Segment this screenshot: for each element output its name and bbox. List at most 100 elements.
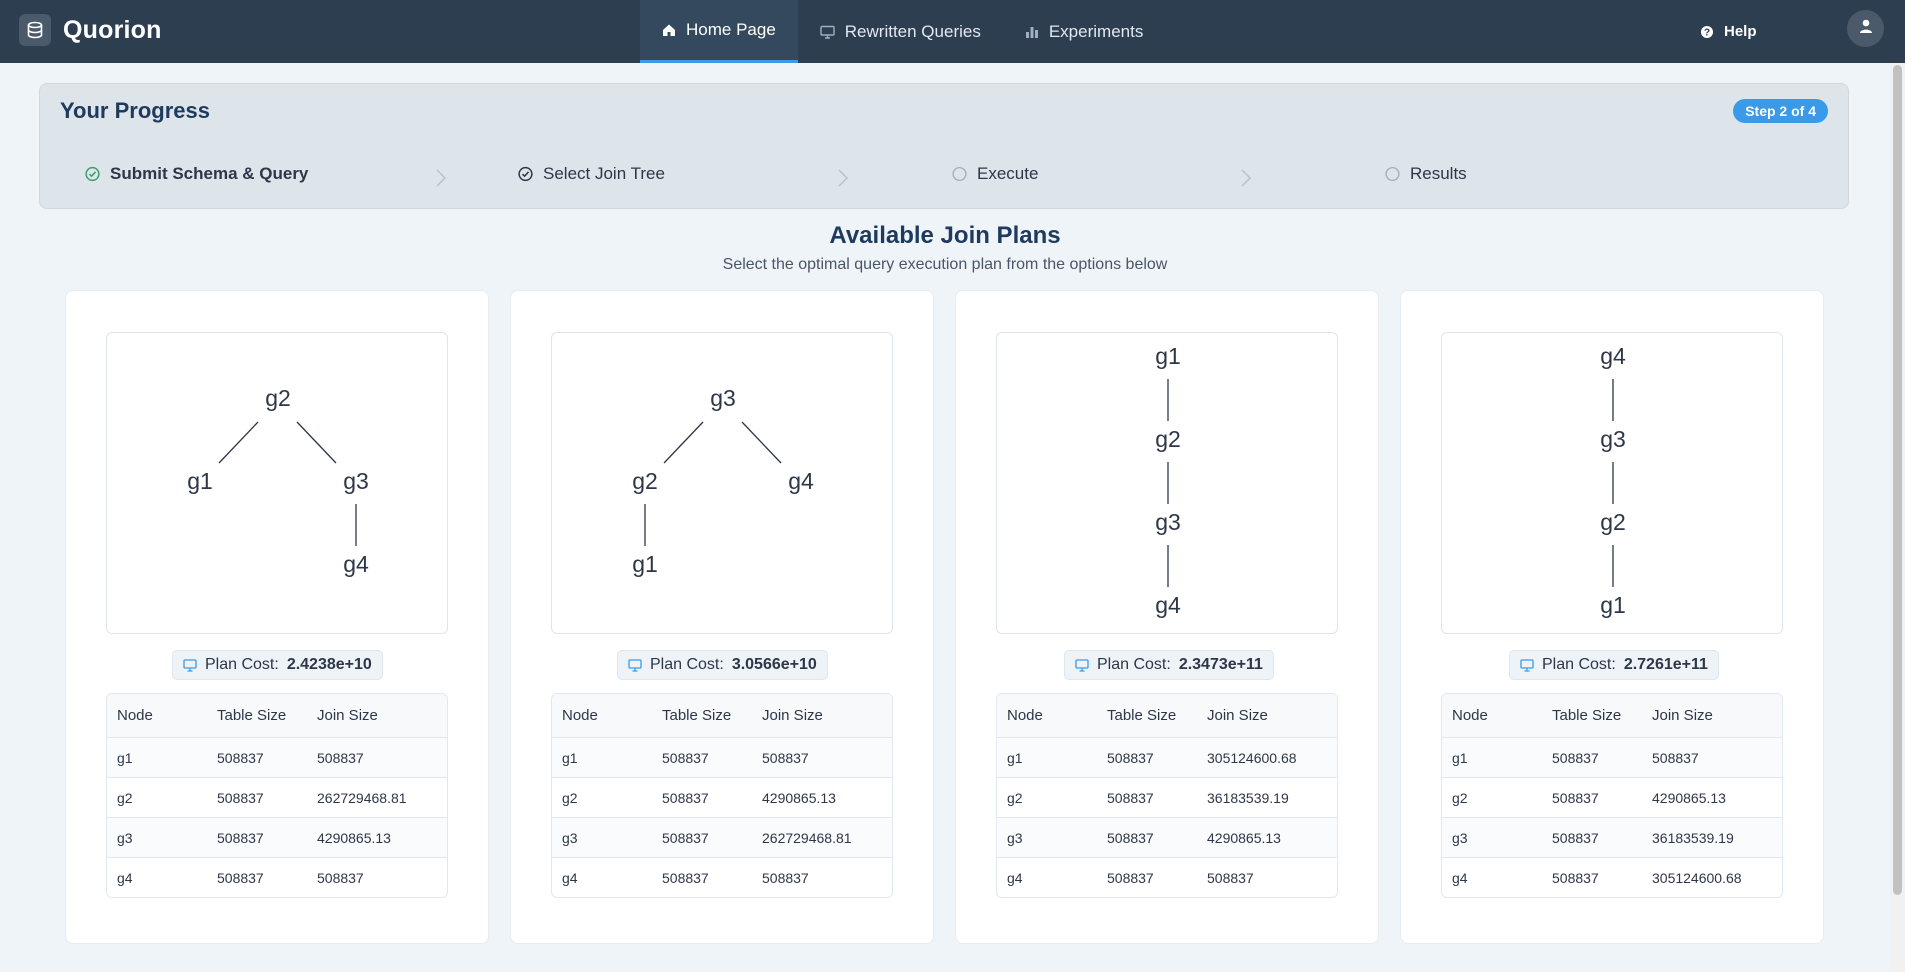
cell-join-size: 4290865.13 [762,789,836,806]
node-size-table: Node Table Size Join Size g1 508837 508837… [1441,693,1783,898]
cell-table-size: 508837 [1107,829,1154,846]
monitor-icon [628,658,642,672]
cell-table-size: 508837 [1107,869,1154,886]
column-header: Join Size [1207,707,1268,724]
plan-card-4[interactable]: g4 g3 g2 g1 Plan Cost: 2.7261e+11 Node T… [1400,290,1824,944]
node-size-table: Node Table Size Join Size g1 508837 305124… [996,693,1338,898]
step-badge: Step 2 of 4 [1733,99,1828,123]
nav-rewritten-queries[interactable]: Rewritten Queries [798,0,1003,63]
cell-table-size: 508837 [662,869,709,886]
column-header: Table Size [217,707,287,724]
home-icon [662,23,676,37]
cell-table-size: 508837 [1552,829,1599,846]
nav-experiments[interactable]: Experiments [1003,0,1165,63]
column-header: Node [1007,707,1043,724]
tree-node: g1 [1600,592,1626,618]
cell-join-size: 262729468.81 [317,789,407,806]
table-header: Node Table Size Join Size [107,694,447,737]
join-tree-diagram: g3 g2 g4 g1 [551,332,893,634]
table-row: g4 508837 508837 [552,857,892,897]
column-header: Join Size [1652,707,1713,724]
brand[interactable]: Quorion [19,14,162,46]
column-header: Table Size [1552,707,1622,724]
cell-join-size: 305124600.68 [1652,869,1742,886]
cell-join-size: 4290865.13 [1652,789,1726,806]
monitor-icon [820,25,835,39]
app-title: Quorion [63,15,162,44]
table-row: g2 508837 4290865.13 [1442,777,1782,817]
column-header: Join Size [317,707,378,724]
cell-join-size: 305124600.68 [1207,749,1297,766]
cell-table-size: 508837 [217,869,264,886]
step-execute[interactable]: Execute [952,164,1038,184]
cell-node: g1 [562,749,578,766]
nav-home-page[interactable]: Home Page [640,0,798,63]
table-row: g1 508837 508837 [552,737,892,777]
tree-node: g2 [1155,426,1181,452]
progress-steps: Submit Schema & Query Select Join Tree E… [40,164,1848,194]
table-row: g2 508837 36183539.19 [997,777,1337,817]
cell-table-size: 508837 [1107,789,1154,806]
cell-join-size: 4290865.13 [1207,829,1281,846]
chevron-right-icon [435,168,447,193]
plan-cost: Plan Cost: 2.4238e+10 [172,650,383,680]
user-avatar[interactable] [1847,10,1884,47]
column-header: Table Size [1107,707,1177,724]
column-header: Join Size [762,707,823,724]
plan-cost: Plan Cost: 3.0566e+10 [617,650,828,680]
tree-node: g4 [1600,343,1626,369]
monitor-icon [1520,658,1534,672]
help-label: Help [1724,23,1757,40]
cell-node: g3 [1452,829,1468,846]
tree-node: g2 [632,468,658,494]
cell-table-size: 508837 [217,789,264,806]
cell-node: g1 [1007,749,1023,766]
plan-card-3[interactable]: g1 g2 g3 g4 Plan Cost: 2.3473e+11 Node T… [955,290,1379,944]
tree-node: g3 [1155,509,1181,535]
step-label: Submit Schema & Query [110,164,309,183]
step-label: Select Join Tree [543,164,665,183]
step-submit-schema[interactable]: Submit Schema & Query [85,164,308,184]
progress-circle-icon [518,166,533,182]
cell-node: g4 [562,869,578,886]
cell-join-size: 262729468.81 [762,829,852,846]
table-row: g4 508837 508837 [107,857,447,897]
table-row: g1 508837 508837 [107,737,447,777]
plan-cost-value: 2.4238e+10 [286,656,372,673]
column-header: Node [117,707,153,724]
pending-circle-icon [952,166,967,182]
help-link[interactable]: ? Help [1700,0,1757,63]
plan-cost-label: Plan Cost: [650,656,724,673]
plan-cost-label: Plan Cost: [1097,656,1171,673]
cell-join-size: 508837 [1652,749,1699,766]
nav-rewritten-queries-label: Rewritten Queries [844,21,981,41]
plan-card-2[interactable]: g3 g2 g4 g1 Plan Cost: 3.0566e+10 Node T… [510,290,934,944]
plan-card-1[interactable]: g2 g1 g3 g4 Plan Cost: 2.4238e+10 Node T… [65,290,489,944]
tree-node: g3 [1600,426,1626,452]
plan-cost: Plan Cost: 2.7261e+11 [1509,650,1719,680]
cell-table-size: 508837 [662,789,709,806]
page-scrollbar[interactable] [1890,63,1905,972]
nav-home-page-label: Home Page [686,20,776,39]
tree-node: g4 [1155,592,1181,618]
column-header: Node [562,707,598,724]
tree-node: g1 [187,468,213,494]
cell-join-size: 508837 [762,749,809,766]
user-icon [1858,18,1874,39]
cell-node: g4 [1007,869,1023,886]
plan-cost-value: 3.0566e+10 [731,656,817,673]
column-header: Node [1452,707,1488,724]
tree-node: g3 [710,385,736,411]
database-icon [19,14,51,46]
table-row: g2 508837 4290865.13 [552,777,892,817]
cell-table-size: 508837 [217,829,264,846]
step-select-join-tree[interactable]: Select Join Tree [518,164,665,184]
plan-cost: Plan Cost: 2.3473e+11 [1064,650,1274,680]
plan-cost-label: Plan Cost: [205,656,279,673]
step-results[interactable]: Results [1385,164,1467,184]
table-row: g1 508837 508837 [1442,737,1782,777]
scrollbar-thumb[interactable] [1893,65,1902,895]
main-nav: Home Page Rewritten Queries Experiments [640,0,1165,63]
plan-cost-value: 2.7261e+11 [1623,656,1708,673]
table-row: g4 508837 305124600.68 [1442,857,1782,897]
